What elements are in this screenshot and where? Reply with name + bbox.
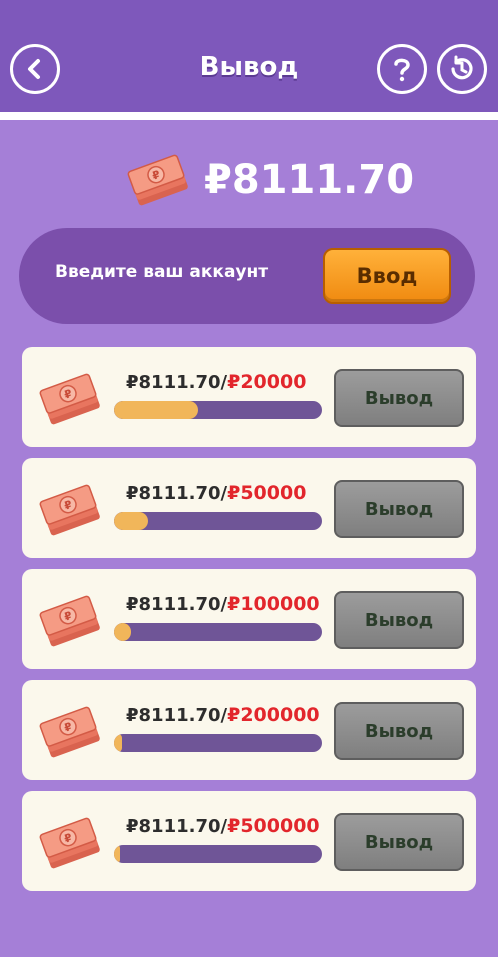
withdraw-button[interactable]: Вывод xyxy=(334,591,464,649)
cash-stack-icon: ₽ xyxy=(39,817,100,869)
target-amount: ₽20000 xyxy=(227,371,307,393)
withdraw-amount: ₽8111.70/₽500000 xyxy=(126,815,320,837)
cash-stack-icon: ₽ xyxy=(39,373,100,425)
progress-fill xyxy=(114,623,131,641)
history-button[interactable] xyxy=(437,44,487,94)
current-amount: ₽8111.70/ xyxy=(126,483,228,504)
cash-icon-wrap: ₽ xyxy=(36,482,106,542)
withdraw-button[interactable]: Вывод xyxy=(334,369,464,427)
cash-icon-wrap: ₽ xyxy=(36,815,106,875)
target-amount: ₽100000 xyxy=(227,593,320,615)
cash-stack-icon: ₽ xyxy=(127,154,188,206)
balance-display: ₽ ₽8111.70 xyxy=(124,150,414,210)
enter-account-button[interactable]: Ввод xyxy=(323,248,451,304)
account-panel: Введите ваш аккаунт Ввод xyxy=(19,228,475,324)
question-icon xyxy=(394,58,410,82)
balance-amount: ₽8111.70 xyxy=(204,157,415,203)
withdraw-button[interactable]: Вывод xyxy=(334,480,464,538)
account-label: Введите ваш аккаунт xyxy=(55,262,269,282)
progress-fill xyxy=(114,512,148,530)
progress-bar xyxy=(114,401,322,419)
current-amount: ₽8111.70/ xyxy=(126,594,228,615)
progress-bar xyxy=(114,734,322,752)
withdraw-amount: ₽8111.70/₽200000 xyxy=(126,704,320,726)
progress-bar xyxy=(114,623,322,641)
withdraw-card: ₽ ₽8111.70/₽20000 Вывод xyxy=(22,347,476,447)
withdraw-button[interactable]: Вывод xyxy=(334,813,464,871)
cash-stack-icon: ₽ xyxy=(39,706,100,758)
current-amount: ₽8111.70/ xyxy=(126,816,228,837)
withdraw-card: ₽ ₽8111.70/₽200000 Вывод xyxy=(22,680,476,780)
target-amount: ₽50000 xyxy=(227,482,307,504)
progress-fill xyxy=(114,401,199,419)
current-amount: ₽8111.70/ xyxy=(126,372,228,393)
progress-fill xyxy=(114,734,123,752)
withdraw-button[interactable]: Вывод xyxy=(334,702,464,760)
target-amount: ₽500000 xyxy=(227,815,320,837)
withdraw-amount: ₽8111.70/₽20000 xyxy=(126,371,306,393)
cash-icon-wrap: ₽ xyxy=(36,704,106,764)
current-amount: ₽8111.70/ xyxy=(126,705,228,726)
progress-fill xyxy=(114,845,121,863)
cash-icon-wrap: ₽ xyxy=(36,593,106,653)
cash-stack-icon: ₽ xyxy=(39,595,100,647)
history-icon xyxy=(451,55,473,80)
help-button[interactable] xyxy=(377,44,427,94)
withdraw-card: ₽ ₽8111.70/₽100000 Вывод xyxy=(22,569,476,669)
cash-stack-icon: ₽ xyxy=(39,484,100,536)
withdraw-amount: ₽8111.70/₽50000 xyxy=(126,482,306,504)
withdraw-card: ₽ ₽8111.70/₽500000 Вывод xyxy=(22,791,476,891)
target-amount: ₽200000 xyxy=(227,704,320,726)
progress-bar xyxy=(114,512,322,530)
withdraw-card: ₽ ₽8111.70/₽50000 Вывод xyxy=(22,458,476,558)
header-divider xyxy=(0,112,498,120)
cash-icon-wrap: ₽ xyxy=(36,371,106,431)
withdraw-amount: ₽8111.70/₽100000 xyxy=(126,593,320,615)
progress-bar xyxy=(114,845,322,863)
